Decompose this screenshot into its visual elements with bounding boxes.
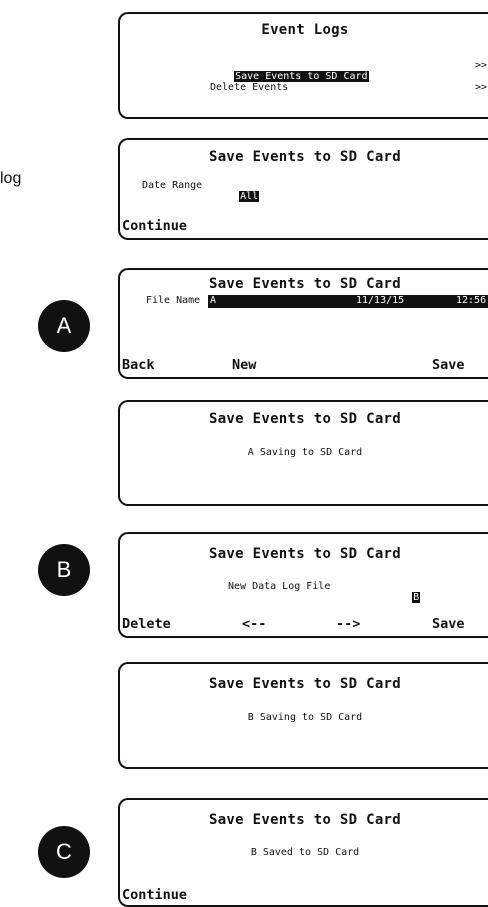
- file-name-value: A: [210, 295, 217, 306]
- save-button[interactable]: Save: [432, 616, 465, 632]
- screen-title: Save Events to SD Card: [208, 411, 402, 427]
- saved-message: B Saved to SD Card: [250, 847, 360, 858]
- new-file-value[interactable]: B: [388, 581, 421, 614]
- date-range-selected: All: [239, 191, 260, 202]
- file-time: 12:56: [456, 295, 487, 306]
- chevron-right-icon[interactable]: >>: [475, 82, 487, 93]
- file-name-field[interactable]: A 11/13/15 12:56: [208, 295, 488, 308]
- step-badge-c: C: [38, 826, 90, 878]
- left-arrow-button[interactable]: <--: [242, 616, 266, 632]
- continue-button[interactable]: Continue: [122, 887, 187, 903]
- saving-b-screen: Save Events to SD Card B Saving to SD Ca…: [118, 662, 488, 769]
- save-button[interactable]: Save: [432, 357, 465, 373]
- screen-title: Save Events to SD Card: [208, 276, 402, 292]
- menu-item-delete-events[interactable]: Delete Events: [210, 82, 288, 93]
- right-arrow-button[interactable]: -->: [336, 616, 360, 632]
- new-file-screen: Save Events to SD Card New Data Log File…: [118, 532, 488, 638]
- saving-message: B Saving to SD Card: [247, 712, 363, 723]
- saved-b-screen: Save Events to SD Card B Saved to SD Car…: [118, 798, 488, 907]
- screen-title: Save Events to SD Card: [208, 812, 402, 828]
- save-file-screen: Save Events to SD Card File Name A 11/13…: [118, 268, 488, 379]
- new-file-label: New Data Log File: [228, 581, 331, 592]
- file-name-label: File Name: [146, 295, 201, 306]
- continue-button[interactable]: Continue: [122, 218, 187, 234]
- saving-message: A Saving to SD Card: [247, 447, 363, 458]
- step-badge-b: B: [38, 544, 90, 596]
- event-logs-screen: Event Logs Save Events to SD Card >> Del…: [118, 12, 488, 119]
- file-date: 11/13/15: [356, 295, 405, 306]
- new-file-selected: B: [412, 592, 421, 603]
- screen-title: Save Events to SD Card: [208, 676, 402, 692]
- delete-button[interactable]: Delete: [122, 616, 171, 632]
- date-range-value[interactable]: All: [215, 180, 260, 213]
- new-button[interactable]: New: [232, 357, 256, 373]
- chevron-right-icon[interactable]: >>: [475, 60, 487, 71]
- screen-title: Event Logs: [261, 22, 349, 38]
- back-button[interactable]: Back: [122, 357, 155, 373]
- side-label: log: [0, 170, 22, 187]
- screen-title: Save Events to SD Card: [208, 546, 402, 562]
- date-range-label: Date Range: [142, 180, 203, 191]
- saving-a-screen: Save Events to SD Card A Saving to SD Ca…: [118, 400, 488, 506]
- screen-title: Save Events to SD Card: [208, 149, 402, 165]
- menu-item-label: Save Events to SD Card: [234, 71, 369, 82]
- save-date-screen: Save Events to SD Card Date Range All Co…: [118, 138, 488, 240]
- step-badge-a: A: [38, 300, 90, 352]
